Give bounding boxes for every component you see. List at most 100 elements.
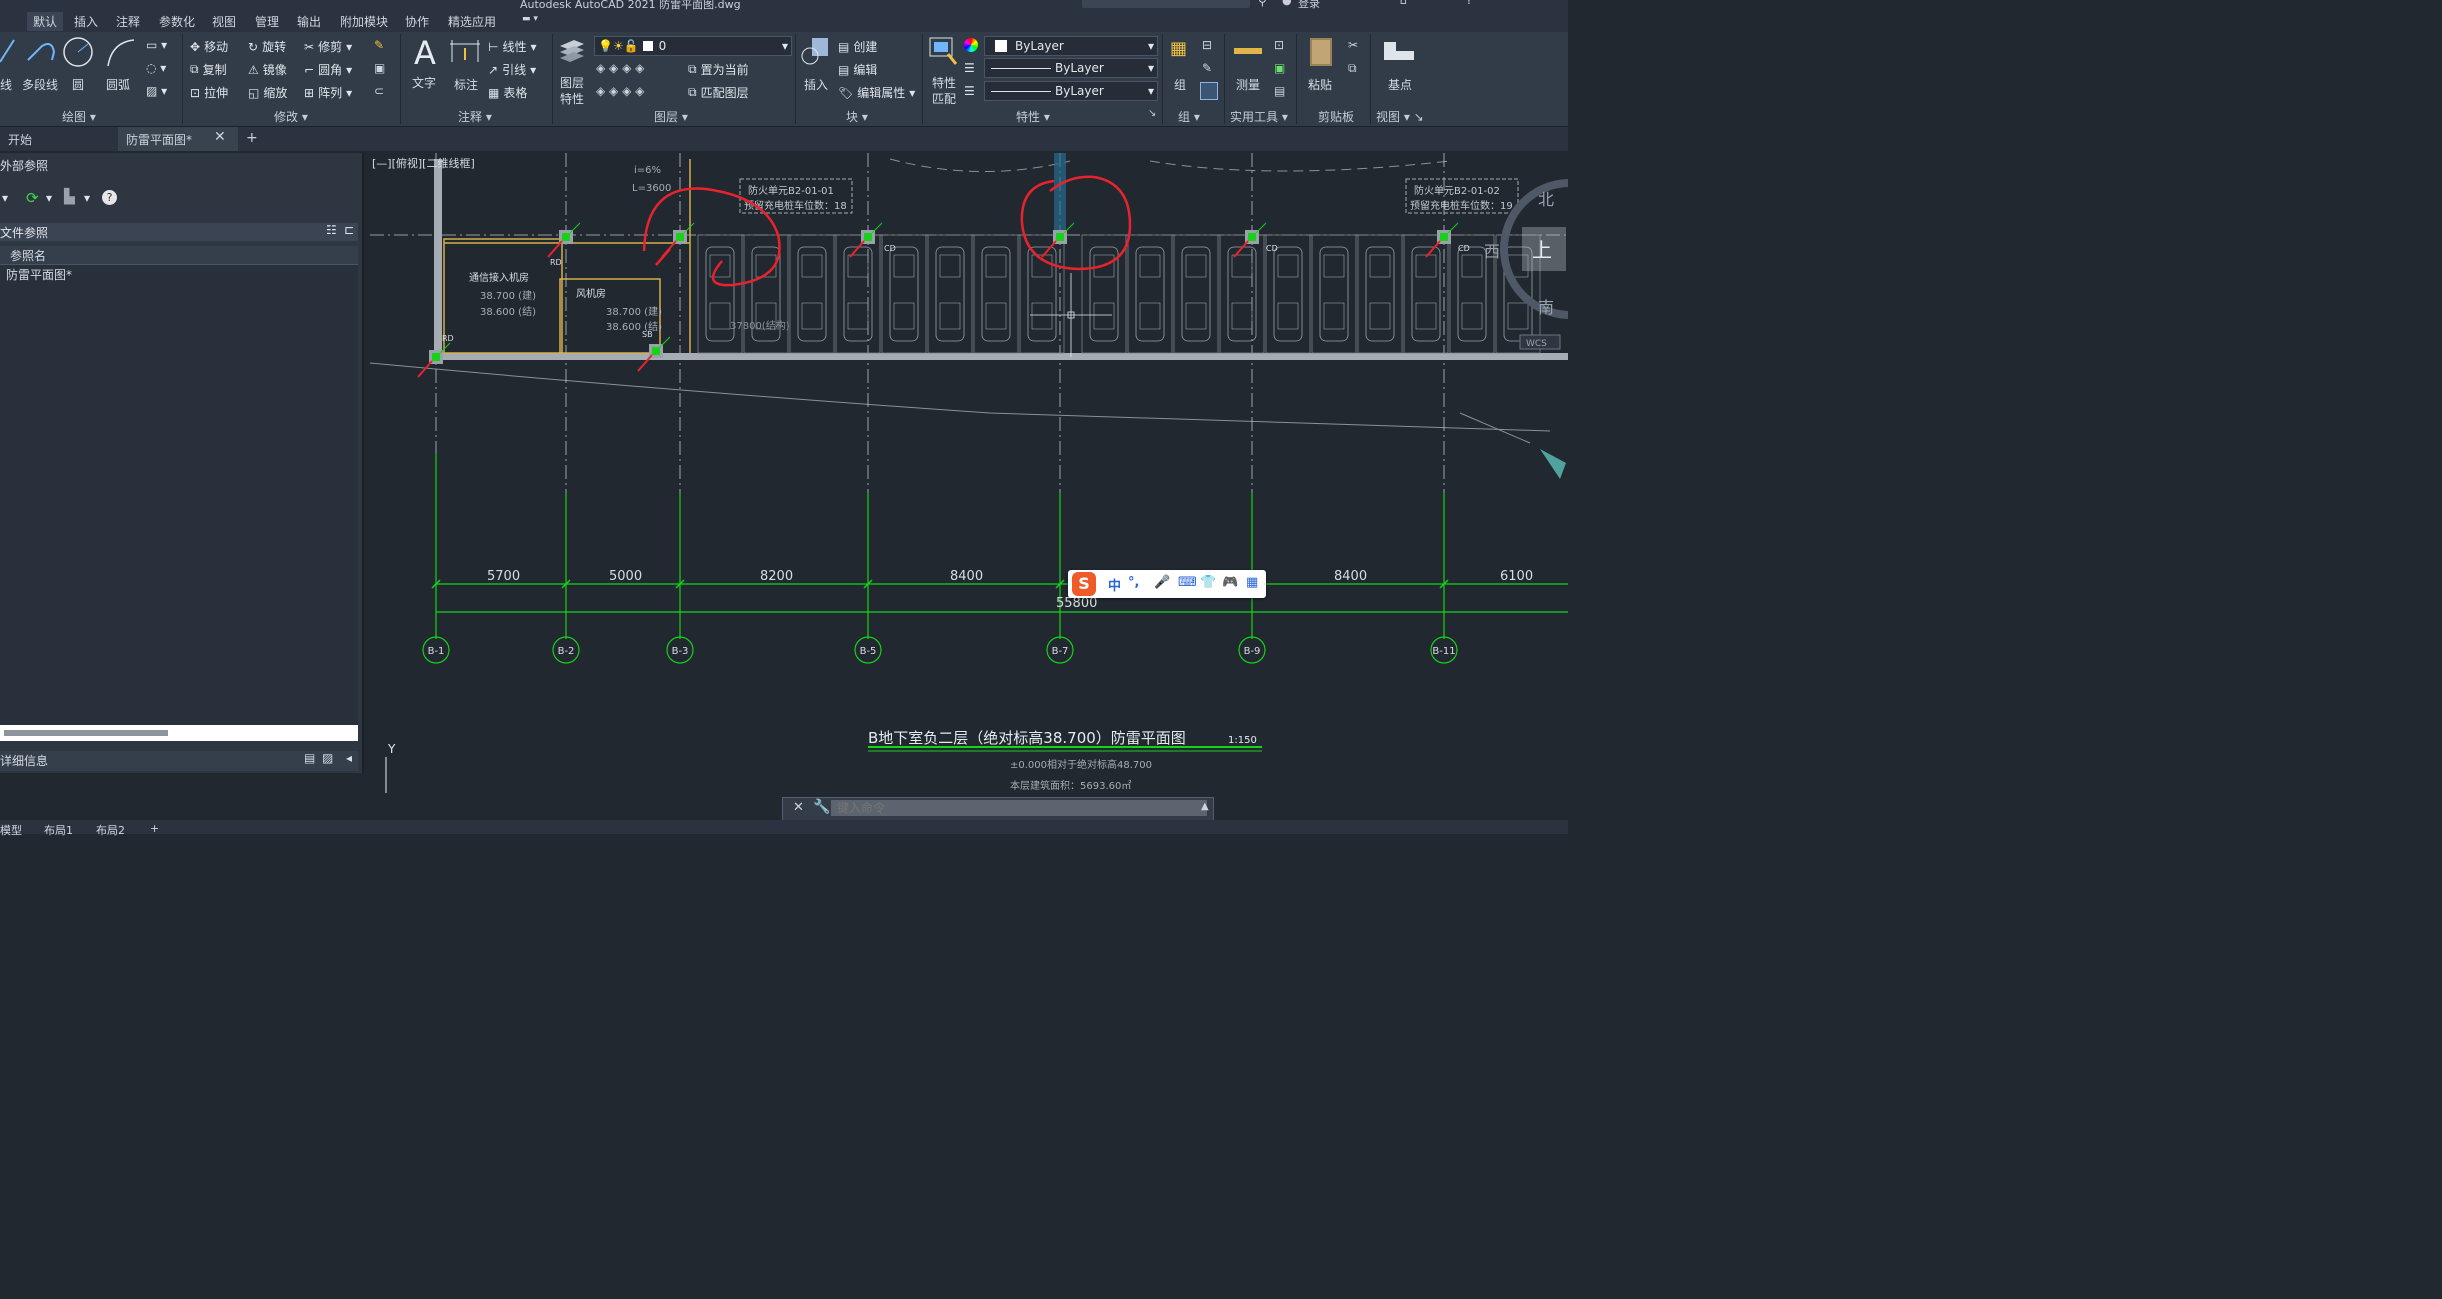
circle-button[interactable]: 圆: [62, 36, 94, 92]
path-icon[interactable]: ▙: [64, 189, 75, 205]
ellipse-icon[interactable]: ◌ ▾: [146, 61, 166, 75]
measure-button[interactable]: 测量: [1230, 36, 1270, 96]
edit-attr-button[interactable]: 🏷 编辑属性 ▾: [838, 84, 915, 101]
basepoint-button[interactable]: 基点: [1380, 38, 1420, 98]
tab-output[interactable]: 输出: [297, 13, 321, 30]
help-icon[interactable]: ?: [1466, 0, 1472, 7]
keyboard-icon[interactable]: ⌨: [1178, 575, 1197, 590]
hatch-icon[interactable]: ▨ ▾: [146, 84, 167, 98]
text-button[interactable]: A 文字: [410, 34, 444, 94]
properties-panel-label[interactable]: 特性 ▾: [1016, 108, 1050, 125]
sogou-logo-icon[interactable]: S: [1072, 572, 1096, 596]
block-panel-label[interactable]: 块 ▾: [846, 108, 868, 125]
line-button[interactable]: 线: [0, 36, 20, 92]
offset-icon[interactable]: ⊂: [374, 84, 384, 98]
details-view-icon[interactable]: ▤: [304, 751, 315, 765]
tab-collaborate[interactable]: 协作: [405, 13, 429, 30]
reference-item[interactable]: 防雷平面图*: [6, 266, 72, 283]
tab-drawing[interactable]: 防雷平面图* ✕: [118, 127, 238, 151]
search-icon[interactable]: ⚲: [1258, 0, 1267, 8]
annotation-panel-label[interactable]: 注释 ▾: [458, 108, 492, 125]
user-icon[interactable]: ●: [1282, 0, 1292, 7]
ime-punct-toggle[interactable]: °,: [1128, 575, 1139, 590]
reference-name-column[interactable]: 参照名: [0, 246, 358, 265]
workspace-dropdown-icon[interactable]: ▬ ▾: [522, 14, 538, 24]
group-edit-icon[interactable]: ✎: [1202, 61, 1212, 75]
microphone-icon[interactable]: 🎤: [1154, 575, 1170, 590]
tab-layout1[interactable]: 布局1: [44, 822, 73, 838]
layer-properties-button[interactable]: 图层 特性: [556, 36, 590, 106]
groups-panel-label[interactable]: 组 ▾: [1178, 108, 1200, 125]
trim-button[interactable]: ✂ 修剪 ▾: [304, 38, 352, 55]
customize-icon[interactable]: 🔧: [813, 799, 830, 815]
ime-language-toggle[interactable]: 中: [1108, 575, 1121, 594]
tab-start[interactable]: 开始: [8, 131, 32, 148]
attach-dropdown-icon[interactable]: ▾: [2, 191, 8, 205]
insert-block-button[interactable]: 插入: [800, 36, 834, 96]
add-layout-icon[interactable]: +: [150, 822, 159, 835]
gamepad-icon[interactable]: 🎮: [1222, 575, 1238, 590]
tab-annotate[interactable]: 注释: [116, 13, 140, 30]
layer-dropdown[interactable]: 💡☀🔓 0 ▾: [594, 36, 792, 56]
ungroup-icon[interactable]: ⊟: [1202, 38, 1212, 52]
select-all-icon[interactable]: ▣: [1274, 61, 1285, 75]
layers-panel-label[interactable]: 图层 ▾: [654, 108, 688, 125]
tab-addins[interactable]: 附加模块: [340, 13, 388, 30]
lineweight-dropdown[interactable]: ByLayer ▾: [984, 81, 1158, 101]
grid-menu-icon[interactable]: ▦: [1246, 575, 1258, 590]
path-dropdown-icon[interactable]: ▾: [84, 191, 90, 205]
chevron-up-icon[interactable]: ▲: [1201, 801, 1209, 812]
tab-featured-apps[interactable]: 精选应用: [448, 13, 496, 30]
drawing-canvas[interactable]: 通信接入机房 38.700 (建) 38.600 (结) 风机房 38.700 …: [370, 153, 1568, 793]
view-label[interactable]: [—][俯视][二维线框]: [372, 156, 475, 170]
color-dropdown[interactable]: ByLayer ▾: [984, 36, 1158, 56]
clipboard-panel-label[interactable]: 剪贴板: [1318, 108, 1354, 125]
drawing-svg[interactable]: 通信接入机房 38.700 (建) 38.600 (结) 风机房 38.700 …: [370, 153, 1568, 793]
tab-model[interactable]: 模型: [0, 822, 22, 838]
dimension-button[interactable]: 标注: [448, 36, 482, 94]
set-current-button[interactable]: ⧉ 置为当前: [688, 61, 749, 78]
command-input[interactable]: [831, 800, 1207, 816]
rotate-button[interactable]: ↻ 旋转: [248, 38, 286, 55]
polyline-button[interactable]: 多段线: [22, 36, 62, 92]
horizontal-scrollbar[interactable]: [0, 725, 358, 741]
arc-button[interactable]: 圆弧: [104, 36, 138, 92]
layer-tool-icons-row2[interactable]: ◈ ◈ ◈ ◈: [596, 84, 644, 98]
tab-layout2[interactable]: 布局2: [96, 822, 125, 838]
tab-view[interactable]: 视图: [212, 13, 236, 30]
table-button[interactable]: ▦ 表格: [488, 84, 527, 101]
draw-panel-label[interactable]: 绘图 ▾: [62, 108, 96, 125]
utilities-panel-label[interactable]: 实用工具 ▾: [1230, 108, 1288, 125]
stretch-button[interactable]: ⊡ 拉伸: [190, 84, 228, 101]
refresh-dropdown-icon[interactable]: ▾: [46, 191, 52, 205]
linetype-icon[interactable]: ☰: [964, 61, 975, 75]
preview-icon[interactable]: ▨: [322, 751, 333, 765]
cut-icon[interactable]: ✂: [1348, 38, 1358, 52]
navbar-icon[interactable]: [1540, 449, 1566, 479]
cart-icon[interactable]: ⌂: [1400, 0, 1407, 7]
close-icon[interactable]: ✕: [793, 800, 804, 815]
quick-select-icon[interactable]: ⊡: [1274, 38, 1284, 52]
panel-launcher-icon[interactable]: ↘: [1148, 108, 1156, 119]
group-select-icon[interactable]: [1200, 82, 1218, 100]
list-view-icon[interactable]: ☷: [326, 223, 337, 237]
copy-clip-icon[interactable]: ⧉: [1348, 61, 1357, 76]
leader-button[interactable]: ↗ 引线 ▾: [488, 61, 536, 78]
linetype-dropdown[interactable]: ByLayer ▾: [984, 58, 1158, 78]
explode-icon[interactable]: ▣: [374, 61, 385, 75]
group-button[interactable]: ▦ 组: [1166, 36, 1196, 96]
layer-tool-icons-row1[interactable]: ◈ ◈ ◈ ◈: [596, 61, 644, 75]
copy-button[interactable]: ⧉ 复制: [190, 61, 227, 78]
move-button[interactable]: ✥ 移动: [190, 38, 228, 55]
new-tab-icon[interactable]: +: [246, 130, 258, 146]
edit-block-button[interactable]: ▤ 编辑: [838, 61, 877, 78]
paste-button[interactable]: 粘贴: [1304, 36, 1340, 96]
match-properties-button[interactable]: 特性 匹配: [928, 36, 962, 106]
scale-button[interactable]: ◱ 缩放: [248, 84, 287, 101]
collapse-icon[interactable]: ◂: [346, 751, 352, 765]
color-wheel-icon[interactable]: [964, 38, 978, 52]
skin-icon[interactable]: 👕: [1200, 575, 1216, 590]
erase-icon[interactable]: ✎: [374, 38, 384, 52]
tab-parametric[interactable]: 参数化: [159, 13, 195, 30]
linear-dim-button[interactable]: ⊢ 线性 ▾: [488, 38, 537, 55]
